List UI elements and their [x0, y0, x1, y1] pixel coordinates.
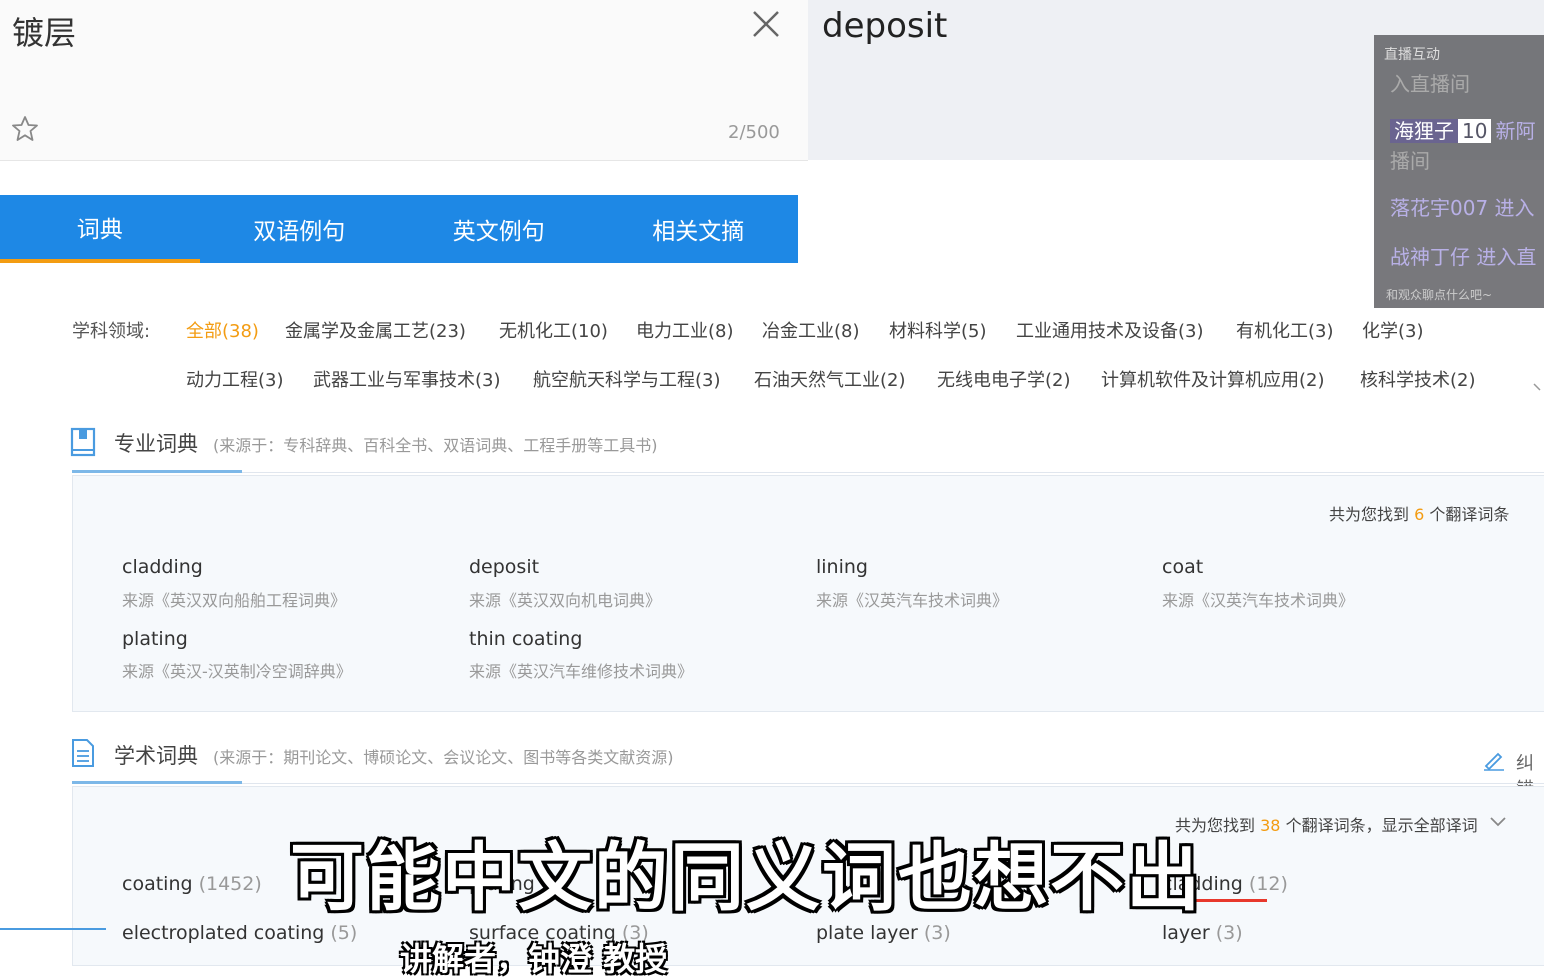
term-source: 来源《英汉-汉英制冷空调辞典》: [122, 662, 352, 681]
tab-english-examples[interactable]: 英文例句: [399, 195, 599, 263]
term-link[interactable]: coating (1452): [122, 873, 262, 895]
progress-line: [0, 928, 106, 930]
live-chat-overlay: 直播互动 入直播间 海狸子 10 新阿 播间 落花宇007 进入 战神丁仔 进入直 …: [1374, 35, 1544, 308]
close-icon[interactable]: [748, 6, 784, 42]
subject-item[interactable]: 材料科学(5): [889, 317, 987, 343]
live-message: 落花宇007 进入: [1390, 196, 1535, 220]
subject-item[interactable]: 工业通用技术及设备(3): [1016, 317, 1204, 343]
subject-item[interactable]: 动力工程(3): [186, 366, 284, 392]
star-icon[interactable]: [10, 114, 40, 144]
subject-item[interactable]: 化学(3): [1362, 317, 1424, 343]
term-source: 来源《汉英汽车技术词典》: [1162, 591, 1355, 610]
live-input-hint[interactable]: 和观众聊点什么吧~: [1386, 286, 1492, 303]
term-source: 来源《英汉汽车维修技术词典》: [469, 662, 694, 681]
subject-item[interactable]: 冶金工业(8): [762, 317, 860, 343]
tab-related-abstracts[interactable]: 相关文摘: [599, 195, 799, 263]
tab-bilingual-examples[interactable]: 双语例句: [200, 195, 400, 263]
source-input[interactable]: 镀层: [12, 8, 76, 54]
subject-item[interactable]: 金属学及金属工艺(23): [285, 317, 466, 343]
subject-item[interactable]: 电力工业(8): [636, 317, 734, 343]
char-counter: 2/500: [728, 122, 780, 143]
live-message: 入直播间: [1390, 72, 1470, 96]
term-link[interactable]: plate layer (3): [816, 922, 951, 944]
edit-icon[interactable]: [1482, 748, 1506, 772]
subject-item[interactable]: 航空航天科学与工程(3): [533, 366, 721, 392]
target-text: deposit: [822, 6, 948, 46]
book-icon: [70, 427, 96, 457]
subject-item[interactable]: 无机化工(10): [499, 317, 608, 343]
term-source: 来源《英汉双向机电词典》: [469, 591, 662, 610]
section-source-note: (来源于：期刊论文、博硕论文、会议论文、图书等各类文献资源): [213, 748, 674, 767]
section-accent: [72, 470, 242, 473]
subject-item[interactable]: 石油天然气工业(2): [754, 366, 906, 392]
subject-item[interactable]: 计算机软件及计算机应用(2): [1101, 366, 1325, 392]
subject-item[interactable]: 核科学技术(2): [1360, 366, 1476, 392]
term-source: 来源《英汉双向船舶工程词典》: [122, 591, 347, 610]
document-icon: [70, 738, 96, 768]
section-divider: [72, 472, 1544, 473]
subject-item[interactable]: 武器工业与军事技术(3): [313, 366, 501, 392]
term-link[interactable]: thin coating: [469, 628, 582, 650]
chevron-down-icon[interactable]: [1532, 378, 1544, 392]
subject-item[interactable]: 无线电电子学(2): [937, 366, 1071, 392]
found-count: 共为您找到 6 个翻译词条: [1329, 505, 1510, 524]
section-title: 专业词典: [114, 432, 198, 456]
source-panel: [0, 0, 808, 161]
found-count: 共为您找到 38 个翻译词条，显示全部译词: [1175, 816, 1478, 835]
live-title: 直播互动: [1384, 47, 1440, 63]
video-subtitle-secondary: 讲解者，钟澄 教授: [400, 940, 668, 978]
subject-all[interactable]: 全部(38): [186, 317, 259, 343]
subject-item[interactable]: 有机化工(3): [1236, 317, 1334, 343]
section-divider: [72, 783, 1544, 784]
section-source-note: (来源于：专科辞典、百科全书、双语词典、工程手册等工具书): [213, 436, 658, 455]
term-link[interactable]: deposit: [469, 556, 539, 578]
chevron-down-icon[interactable]: [1488, 814, 1508, 830]
term-link[interactable]: lining: [816, 556, 868, 578]
term-source: 来源《汉英汽车技术词典》: [816, 591, 1009, 610]
tab-bar: 词典 双语例句 英文例句 相关文摘: [0, 195, 798, 263]
live-message: 战神丁仔 进入直: [1390, 245, 1537, 269]
live-message: 海狸子 10 新阿: [1390, 115, 1535, 144]
term-link[interactable]: cladding: [122, 556, 203, 578]
live-message: 播间: [1390, 149, 1430, 173]
term-link[interactable]: electroplated coating (5): [122, 922, 357, 944]
term-link[interactable]: layer (3): [1162, 922, 1243, 944]
term-link[interactable]: plating: [122, 628, 188, 650]
section-accent: [72, 781, 242, 784]
section-title: 学术词典: [114, 744, 198, 768]
tab-dictionary[interactable]: 词典: [0, 195, 200, 263]
video-subtitle: 可能中文的同义词也想不出: [290, 835, 1202, 921]
term-link[interactable]: coat: [1162, 556, 1203, 578]
subject-label: 学科领域:: [72, 321, 151, 342]
